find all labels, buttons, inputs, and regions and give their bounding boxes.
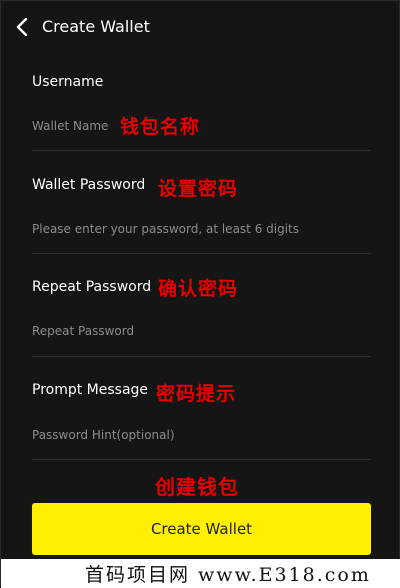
- back-button[interactable]: [11, 13, 33, 41]
- repeat-password-field-group: Repeat Password 确认密码: [32, 277, 371, 357]
- divider: [32, 356, 371, 357]
- header: Create Wallet: [1, 1, 400, 53]
- watermark: 首码项目网 www.E318.com: [1, 559, 400, 588]
- divider: [32, 253, 371, 254]
- password-hint-annotation: 密码提示: [156, 383, 237, 405]
- set-password-annotation: 设置密码: [158, 178, 239, 200]
- divider: [32, 150, 371, 151]
- wallet-password-label: Wallet Password: [32, 177, 146, 193]
- create-wallet-annotation: 创建钱包: [155, 475, 239, 499]
- username-field-group: Username 钱包名称: [32, 71, 371, 151]
- page-title: Create Wallet: [42, 17, 150, 36]
- prompt-message-field-group: Prompt Message 密码提示: [32, 380, 371, 460]
- password-hint-input[interactable]: [32, 425, 332, 445]
- wallet-name-annotation: 钱包名称: [120, 116, 201, 138]
- repeat-password-label: Repeat Password: [32, 279, 152, 295]
- username-label: Username: [32, 74, 104, 90]
- create-wallet-button[interactable]: Create Wallet: [32, 503, 371, 555]
- wallet-password-field-group: Wallet Password 设置密码: [32, 174, 371, 254]
- divider: [32, 459, 371, 460]
- repeat-password-input[interactable]: [32, 321, 332, 341]
- wallet-password-input[interactable]: [32, 219, 332, 239]
- prompt-message-label: Prompt Message: [32, 382, 149, 398]
- create-wallet-screen: Create Wallet Username 钱包名称 Wallet Passw…: [0, 0, 400, 588]
- confirm-password-annotation: 确认密码: [158, 278, 239, 300]
- chevron-left-icon: [16, 18, 28, 36]
